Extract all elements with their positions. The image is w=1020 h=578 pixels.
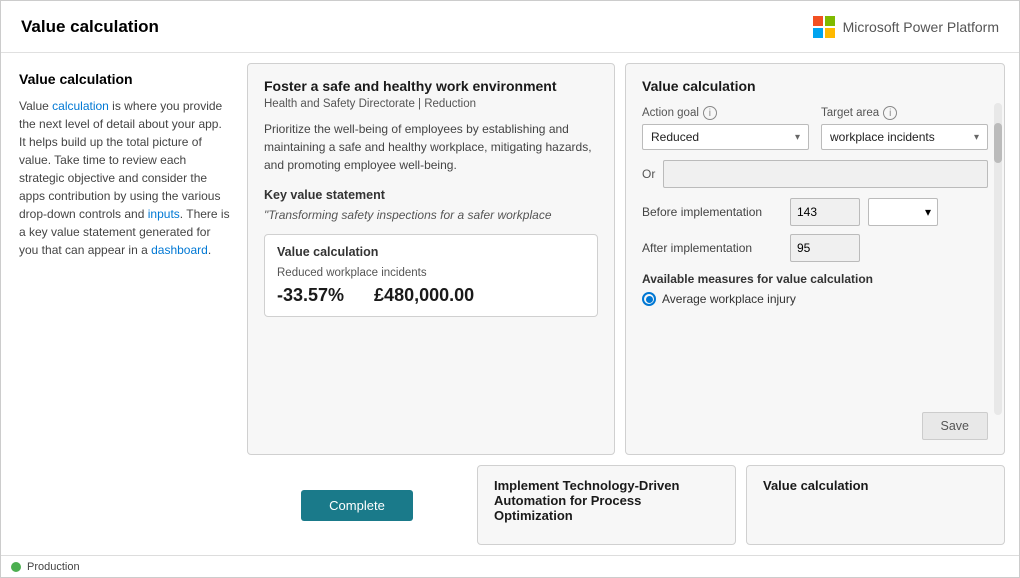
calc-link[interactable]: calculation: [52, 99, 109, 113]
action-goal-group: Action goal i Reduced ▾: [642, 106, 809, 150]
inputs-link[interactable]: inputs: [148, 207, 180, 221]
target-area-label: Target area i: [821, 106, 988, 120]
header: Value calculation Microsoft Power Platfo…: [1, 1, 1019, 53]
ms-brand-label: Microsoft Power Platform: [843, 19, 999, 35]
left-panel: Value calculation Value calculation is w…: [15, 63, 235, 545]
value-calc-heading: Value calculation: [277, 245, 585, 259]
target-area-group: Target area i workplace incidents ▾: [821, 106, 988, 150]
complete-btn-area: Complete: [247, 465, 467, 545]
action-goal-select[interactable]: Reduced ▾: [642, 124, 809, 150]
target-area-select[interactable]: workplace incidents ▾: [821, 124, 988, 150]
metrics-row: -33.57% £480,000.00: [277, 285, 585, 306]
radio-row: Average workplace injury: [642, 292, 988, 306]
scrollbar-thumb[interactable]: [994, 123, 1002, 163]
status-text: Production: [27, 561, 80, 573]
action-goal-chevron-icon: ▾: [795, 132, 800, 143]
status-bar: Production: [1, 555, 1019, 577]
action-goal-label: Action goal i: [642, 106, 809, 120]
target-area-info-icon[interactable]: i: [883, 106, 897, 120]
after-impl-label: After implementation: [642, 241, 782, 255]
before-impl-input[interactable]: [790, 198, 860, 226]
measures-section: Available measures for value calculation…: [642, 272, 988, 306]
or-label: Or: [642, 167, 655, 181]
top-cards-wrapper: Foster a safe and healthy work environme…: [247, 63, 1005, 455]
before-impl-row: Before implementation ▾: [642, 198, 988, 226]
metric-percent: -33.57%: [277, 285, 344, 306]
metric-label: Reduced workplace incidents: [277, 267, 585, 279]
right-card-title: Value calculation: [642, 78, 988, 94]
app-frame: Value calculation Microsoft Power Platfo…: [0, 0, 1020, 578]
main-card: Foster a safe and healthy work environme…: [247, 63, 615, 455]
after-impl-row: After implementation: [642, 234, 988, 262]
action-target-row: Action goal i Reduced ▾ Target area: [642, 106, 988, 150]
bottom-right-card-title: Value calculation: [763, 478, 988, 493]
target-area-chevron-icon: ▾: [974, 132, 979, 143]
save-button[interactable]: Save: [922, 412, 989, 440]
sq-green: [825, 16, 835, 26]
measure-option-label: Average workplace injury: [662, 292, 796, 306]
target-area-value: workplace incidents: [830, 130, 935, 144]
bottom-right-card: Value calculation: [746, 465, 1005, 545]
ms-logo: Microsoft Power Platform: [813, 16, 999, 38]
action-goal-value: Reduced: [651, 130, 699, 144]
main-card-title: Foster a safe and healthy work environme…: [264, 78, 598, 94]
before-impl-label: Before implementation: [642, 205, 782, 219]
action-goal-info-icon[interactable]: i: [703, 106, 717, 120]
status-dot-icon: [11, 562, 21, 572]
before-impl-chevron-icon: ▾: [925, 205, 931, 219]
bottom-row: Complete Implement Technology-Driven Aut…: [247, 465, 1005, 545]
cards-area: Foster a safe and healthy work environme…: [247, 63, 1005, 545]
sq-blue: [813, 28, 823, 38]
radio-button[interactable]: [642, 292, 656, 306]
key-value-statement: "Transforming safety inspections for a s…: [264, 208, 598, 222]
page-title: Value calculation: [21, 17, 159, 37]
scrollbar-track[interactable]: [994, 103, 1002, 415]
main-content: Value calculation Value calculation is w…: [1, 53, 1019, 555]
key-value-heading: Key value statement: [264, 188, 598, 202]
left-panel-heading: Value calculation: [19, 71, 231, 87]
after-impl-input[interactable]: [790, 234, 860, 262]
before-impl-select[interactable]: ▾: [868, 198, 938, 226]
key-value-section: Key value statement "Transforming safety…: [264, 188, 598, 222]
ms-squares-icon: [813, 16, 835, 38]
dashboard-link[interactable]: dashboard: [151, 243, 208, 257]
sq-red: [813, 16, 823, 26]
measures-label: Available measures for value calculation: [642, 272, 988, 286]
main-card-body: Prioritize the well-being of employees b…: [264, 120, 598, 174]
bottom-left-card: Implement Technology-Driven Automation f…: [477, 465, 736, 545]
bottom-left-card-title: Implement Technology-Driven Automation f…: [494, 478, 719, 523]
or-input[interactable]: [663, 160, 988, 188]
value-calc-section: Value calculation Reduced workplace inci…: [264, 234, 598, 317]
right-card: Value calculation Action goal i Reduced …: [625, 63, 1005, 455]
or-row: Or: [642, 160, 988, 188]
left-panel-description: Value calculation is where you provide t…: [19, 97, 231, 259]
complete-button[interactable]: Complete: [301, 490, 413, 521]
sq-yellow: [825, 28, 835, 38]
radio-dot-inner: [646, 296, 653, 303]
main-card-subtitle: Health and Safety Directorate | Reductio…: [264, 98, 598, 110]
metric-amount: £480,000.00: [374, 285, 474, 306]
